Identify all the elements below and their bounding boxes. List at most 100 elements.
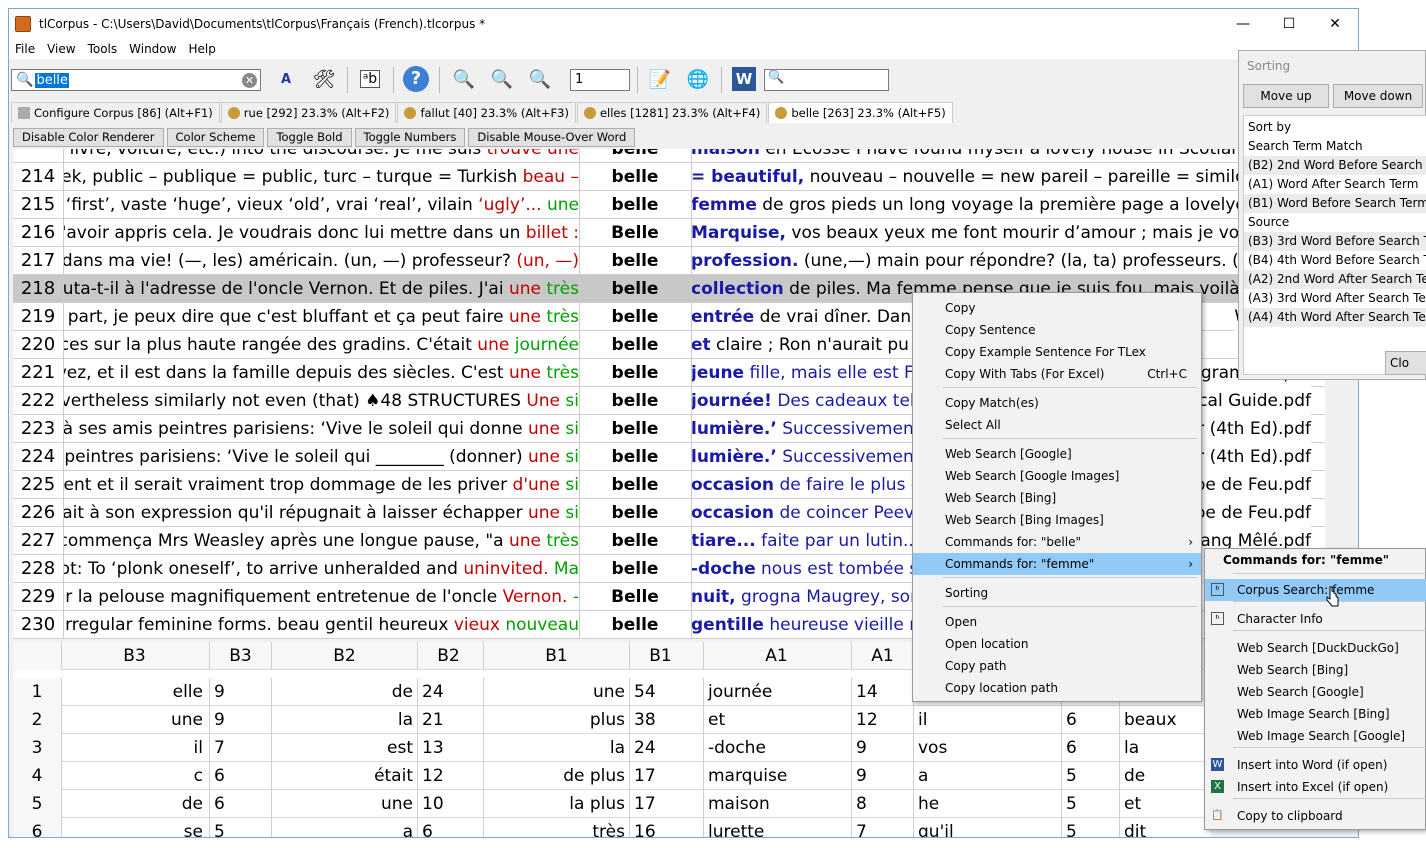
grid-cell: -doche bbox=[703, 734, 849, 762]
context-word-green: si bbox=[560, 475, 579, 495]
left-context: peintres parisiens: ‘Vive le soleil qui … bbox=[64, 447, 579, 467]
menu-view[interactable]: View bbox=[41, 42, 81, 56]
page-number-input[interactable]: 1 bbox=[570, 69, 630, 91]
context-menu-item[interactable]: Web Search [Bing Images] bbox=[913, 509, 1201, 531]
context-menu-item[interactable]: Copy Example Sentence For TLex bbox=[913, 341, 1201, 363]
grid-header[interactable]: B1 bbox=[483, 642, 629, 670]
source-item[interactable]: (B3) 3rd Word Before Search Term bbox=[1244, 232, 1426, 251]
sort-list[interactable]: Sort by Search Term Match (B2) 2nd Word Be… bbox=[1243, 115, 1426, 375]
context-menu-item[interactable]: Web Search [Google Images] bbox=[913, 465, 1201, 487]
sort-item[interactable]: (B2) 2nd Word Before Search Term bbox=[1244, 156, 1426, 175]
search-input[interactable]: 🔍 belle ✕ bbox=[11, 69, 261, 91]
context-menu-item[interactable]: Copy Match(es) bbox=[913, 392, 1201, 414]
context-menu-item[interactable]: Web Search [Google] bbox=[913, 443, 1201, 465]
menu-file[interactable]: File bbox=[9, 42, 41, 56]
context-menu-item[interactable]: Copy Sentence bbox=[913, 319, 1201, 341]
submenu-item[interactable]: Web Search [Bing] bbox=[1205, 659, 1426, 681]
sort-item[interactable]: Search Term Match bbox=[1244, 137, 1426, 156]
submenu-item[interactable]: Web Search [DuckDuckGo] bbox=[1205, 637, 1426, 659]
grid-row[interactable]: 3 il 7 est 13 la 24 -doche 9 vos 6 la bbox=[13, 734, 1211, 762]
context-menu-item[interactable]: Select All bbox=[913, 414, 1201, 436]
source-item[interactable]: (A3) 3rd Word After Search Term bbox=[1244, 289, 1426, 308]
color-scheme-button[interactable]: Color Scheme bbox=[166, 128, 265, 147]
zoom-in-icon[interactable]: 🔍 bbox=[487, 64, 517, 94]
secondary-search-input[interactable]: 🔍 bbox=[764, 69, 889, 91]
submenu-item[interactable]: ᵇ Character Info bbox=[1205, 608, 1426, 630]
grid-header[interactable]: B3 bbox=[209, 642, 271, 670]
notepad-icon[interactable]: 📝 bbox=[645, 64, 675, 94]
concordance-row[interactable]: au, livre, voiture, etc.) into the disco… bbox=[13, 149, 1325, 163]
sort-by-label[interactable]: Sort by bbox=[1244, 118, 1426, 137]
zoom-fit-icon[interactable]: 🔍 bbox=[449, 64, 479, 94]
sort-item[interactable]: (B1) Word Before Search Term bbox=[1244, 194, 1426, 213]
tab-configure-corpus[interactable]: Configure Corpus [86] (Alt+F1) bbox=[11, 102, 220, 123]
source-item[interactable]: (A2) 2nd Word After Search Term bbox=[1244, 270, 1426, 289]
menu-tools[interactable]: Tools bbox=[82, 42, 124, 56]
submenu-item[interactable]: ᵇ Corpus Search: femme bbox=[1205, 579, 1426, 601]
submenu-item[interactable]: W Insert into Word (if open) bbox=[1205, 754, 1426, 776]
concordance-row[interactable]: 215 mier ‘first’, vaste ‘huge’, vieux ‘ol… bbox=[13, 191, 1325, 219]
tab-rue[interactable]: rue [292] 23.3% (Alt+F2) bbox=[220, 102, 397, 123]
word-icon[interactable]: W bbox=[729, 64, 759, 94]
disable-mouseover-button[interactable]: Disable Mouse-Over Word bbox=[468, 128, 636, 147]
move-down-button[interactable]: Move down bbox=[1333, 84, 1423, 108]
menu-help[interactable]: Help bbox=[182, 42, 221, 56]
grid-row[interactable]: 5 de 6 une 10 la plus 17 maison 8 he 5 et bbox=[13, 790, 1211, 818]
right-context: Marquise, vos beaux yeux me font mourir … bbox=[691, 219, 1325, 247]
close-button[interactable]: Clo bbox=[1385, 351, 1426, 375]
tools-icon[interactable]: 🛠 bbox=[309, 64, 339, 94]
concordance-row[interactable]: 214 eek, public – publique = public, turc… bbox=[13, 163, 1325, 191]
disable-color-renderer-button[interactable]: Disable Color Renderer bbox=[13, 128, 164, 147]
tab-elles[interactable]: elles [1281] 23.3% (Alt+F4) bbox=[576, 102, 768, 123]
source-item[interactable]: (A4) 4th Word After Search Term bbox=[1244, 308, 1426, 327]
context-menu-item[interactable]: Open bbox=[913, 611, 1201, 633]
context-menu-item[interactable]: Commands for: "femme" › bbox=[913, 553, 1201, 575]
concordance-row[interactable]: 217 nts dans ma vie! (—, les) américain. … bbox=[13, 247, 1325, 275]
source-label[interactable]: Source bbox=[1244, 213, 1426, 232]
minimize-button[interactable]: — bbox=[1220, 9, 1266, 39]
grid-row[interactable]: 6 se 5 a 6 très 16 lurette 7 qu'il 5 dit bbox=[13, 818, 1211, 837]
maximize-button[interactable]: ☐ bbox=[1266, 9, 1312, 39]
context-rest: vos beaux yeux me font mourir d’amour ; … bbox=[785, 223, 1276, 243]
sort-az-icon[interactable]: A bbox=[271, 64, 301, 94]
grid-header[interactable]: B2 bbox=[271, 642, 417, 670]
zoom-out-icon[interactable]: 🔍 bbox=[525, 64, 555, 94]
context-word-blue: journée! bbox=[691, 391, 772, 411]
clear-icon[interactable]: ✕ bbox=[242, 73, 257, 88]
close-button[interactable]: ✕ bbox=[1312, 9, 1358, 39]
tab-belle[interactable]: belle [263] 23.3% (Alt+F5) bbox=[768, 102, 953, 123]
context-menu-item[interactable]: Copy location path bbox=[913, 677, 1201, 699]
context-menu-item[interactable]: Commands for: "belle" › bbox=[913, 531, 1201, 553]
tab-fallut[interactable]: fallut [40] 23.3% (Alt+F3) bbox=[397, 102, 576, 123]
submenu-item[interactable]: 📋 Copy to clipboard bbox=[1205, 805, 1426, 827]
context-menu-item[interactable]: Web Search [Bing] bbox=[913, 487, 1201, 509]
grid-header[interactable]: B1 bbox=[629, 642, 691, 670]
context-menu-item[interactable]: Open location bbox=[913, 633, 1201, 655]
move-up-button[interactable]: Move up bbox=[1243, 84, 1329, 108]
spelling-icon[interactable]: ᵃb bbox=[355, 64, 385, 94]
context-menu-item[interactable]: Sorting bbox=[913, 582, 1201, 604]
grid-header[interactable]: A1 bbox=[703, 642, 849, 670]
grid-header[interactable]: A1 bbox=[851, 642, 913, 670]
context-word-blue: gentille bbox=[691, 615, 764, 635]
submenu-item[interactable]: Web Image Search [Bing] bbox=[1205, 703, 1426, 725]
concordance-row[interactable]: 216 m'avoir appris cela. Je voudrais donc… bbox=[13, 219, 1325, 247]
context-menu-item[interactable]: Copy bbox=[913, 297, 1201, 319]
help-icon[interactable]: ? bbox=[401, 64, 431, 94]
menu-window[interactable]: Window bbox=[123, 42, 182, 56]
globe-icon[interactable]: 🌐 bbox=[683, 64, 713, 94]
sort-item[interactable]: (A1) Word After Search Term bbox=[1244, 175, 1426, 194]
submenu-item[interactable]: Web Search [Google] bbox=[1205, 681, 1426, 703]
toggle-bold-button[interactable]: Toggle Bold bbox=[267, 128, 352, 147]
grid-row-number: 1 bbox=[13, 678, 61, 706]
source-item[interactable]: (B4) 4th Word Before Search Term bbox=[1244, 251, 1426, 270]
context-menu-item[interactable]: Copy path bbox=[913, 655, 1201, 677]
grid-row[interactable]: 2 une 9 la 21 plus 38 et 12 il 6 beaux bbox=[13, 706, 1211, 734]
context-menu-item[interactable]: Copy With Tabs (For Excel) Ctrl+C bbox=[913, 363, 1201, 385]
grid-header[interactable]: B3 bbox=[61, 642, 207, 670]
submenu-item[interactable]: Web Image Search [Google] bbox=[1205, 725, 1426, 747]
grid-header[interactable]: B2 bbox=[417, 642, 479, 670]
submenu-item[interactable]: X Insert into Excel (if open) bbox=[1205, 776, 1426, 798]
grid-row[interactable]: 4 c 6 était 12 de plus 17 marquise 9 a 5 de bbox=[13, 762, 1211, 790]
toggle-numbers-button[interactable]: Toggle Numbers bbox=[354, 128, 466, 147]
